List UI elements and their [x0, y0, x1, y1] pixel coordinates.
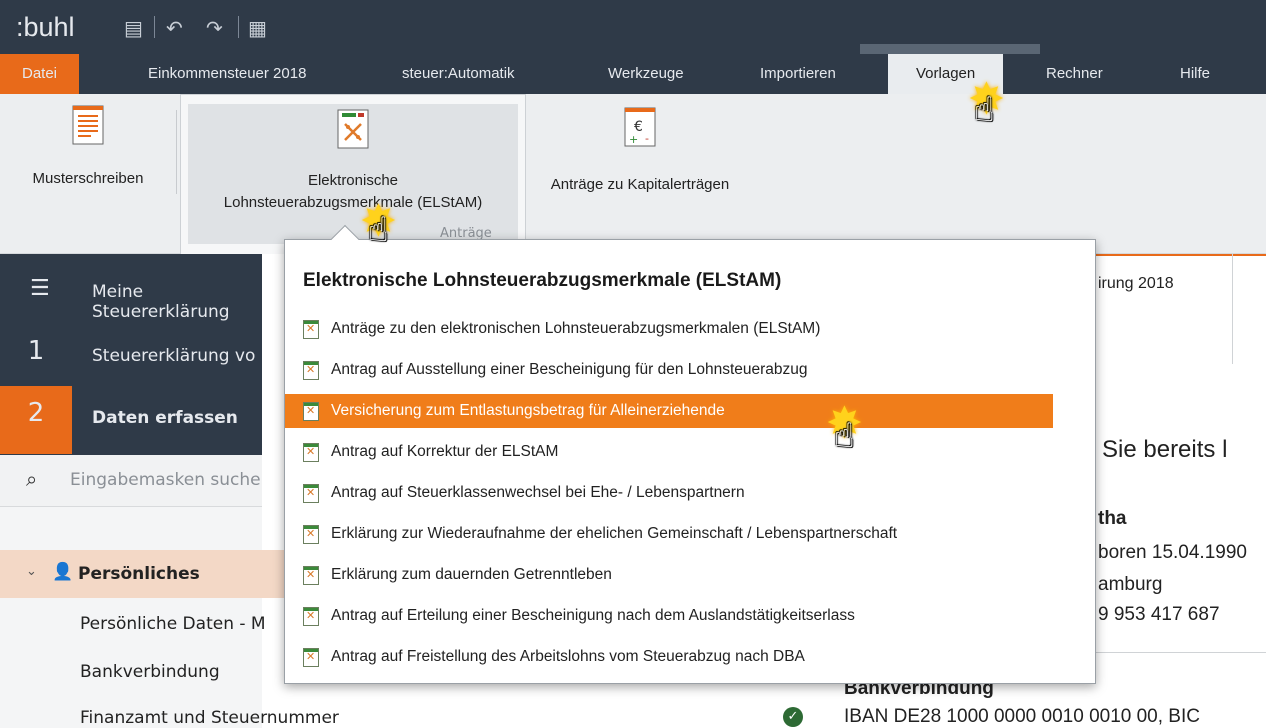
elstam-label-line1: Elektronische — [307, 172, 399, 189]
title-bar: :buhl ▤ ↶ ↷ ▦ — [0, 0, 1266, 54]
app-logo: :buhl — [16, 12, 75, 42]
menu-werkzeuge[interactable]: Werkzeuge — [608, 54, 684, 94]
elstam-dropdown-panel: Elektronische Lohnsteuerabzugsmerkmale (… — [284, 224, 1096, 684]
elstam-icon — [337, 109, 369, 149]
step-number: 2 — [27, 398, 45, 428]
popup-menu-item[interactable]: Erklärung zum dauernden Getrenntleben — [285, 558, 1053, 592]
kapitalertraege-button[interactable]: € + - Anträge zu Kapitalerträgen — [528, 106, 752, 193]
popup-menu-item-label: Antrag auf Steuerklassenwechsel bei Ehe-… — [331, 484, 745, 501]
toolbar-divider — [154, 16, 155, 38]
menu-einkommensteuer[interactable]: Einkommensteuer 2018 — [148, 54, 306, 94]
tree-item[interactable]: Finanzamt und Steuernummer — [0, 696, 790, 728]
step-number: 1 — [27, 336, 45, 366]
elstam-label-line2: Lohnsteuerabzugsmerkmale (ELStAM) — [223, 194, 483, 211]
elstam-document-icon — [303, 525, 319, 544]
save-icon[interactable]: ▤ — [124, 16, 143, 40]
musterschreiben-button[interactable]: Musterschreiben — [4, 104, 172, 187]
person-name: tha — [1098, 508, 1127, 529]
elstam-document-icon — [303, 566, 319, 585]
menu-steuer-automatik[interactable]: steuer:Automatik — [402, 54, 515, 94]
calculator-icon[interactable]: ▦ — [248, 16, 267, 40]
kapitalertraege-label: Anträge zu Kapitalerträgen — [550, 176, 730, 193]
popup-menu-item-label: Erklärung zur Wiederaufnahme der ehelich… — [331, 525, 898, 542]
popup-menu-item[interactable]: Antrag auf Freistellung des Arbeitslohns… — [285, 640, 1053, 674]
step-label: Daten erfassen — [92, 408, 238, 428]
menu-importieren[interactable]: Importieren — [760, 54, 836, 94]
page-heading: n Sie bereits l — [1082, 436, 1228, 463]
svg-text:-: - — [645, 132, 649, 145]
elstam-document-icon — [303, 648, 319, 667]
svg-text:+: + — [629, 133, 638, 146]
document-icon — [72, 105, 104, 145]
popup-menu-item-label: Antrag auf Freistellung des Arbeitslohns… — [331, 648, 805, 665]
popup-menu-item[interactable]: Antrag auf Erteilung einer Bescheinigung… — [285, 599, 1053, 633]
menu-hilfe[interactable]: Hilfe — [1180, 54, 1210, 94]
tab-label[interactable]: irung 2018 — [1098, 275, 1174, 293]
person-icon: 👤 — [52, 562, 74, 582]
popup-menu-item-label: Anträge zu den elektronischen Lohnsteuer… — [331, 320, 821, 337]
euro-document-icon: € + - — [624, 107, 656, 147]
popup-title: Elektronische Lohnsteuerabzugsmerkmale (… — [303, 270, 782, 291]
iban-value: IBAN DE28 1000 0000 0010 0010 00, BIC — [844, 706, 1200, 727]
popup-menu-item-label: Antrag auf Ausstellung einer Bescheinigu… — [331, 361, 808, 378]
undo-icon[interactable]: ↶ — [166, 16, 183, 40]
hand-cursor-icon: ☝ — [974, 90, 995, 130]
popup-menu-item-label: Antrag auf Korrektur der ELStAM — [331, 443, 559, 460]
sidebar-header-label: Meine Steuererklärung — [92, 282, 230, 322]
menu-datei[interactable]: Datei — [0, 54, 80, 94]
hand-cursor-icon: ☝ — [834, 416, 855, 456]
toolbar-divider — [238, 16, 239, 38]
popup-menu-item-label: Versicherung zum Entlastungsbetrag für A… — [331, 402, 725, 419]
search-bar[interactable]: ⌕ Eingabemasken suche — [0, 455, 262, 507]
popup-menu-item[interactable]: Antrag auf Korrektur der ELStAM — [285, 435, 1053, 469]
musterschreiben-label: Musterschreiben — [32, 170, 144, 187]
sidebar-step-1[interactable]: 1 Steuererklärung vo — [0, 330, 262, 382]
chevron-down-icon: ⌄ — [26, 564, 37, 579]
popup-menu-item[interactable]: Anträge zu den elektronischen Lohnsteuer… — [285, 312, 1053, 346]
person-birthdate: boren 15.04.1990 — [1098, 542, 1247, 563]
tree-item-label: Persönliche Daten - M — [80, 614, 266, 634]
panel-divider — [1232, 254, 1233, 364]
popup-menu-item-label: Erklärung zum dauernden Getrenntleben — [331, 566, 612, 583]
tree-item-label: Finanzamt und Steuernummer — [80, 708, 339, 728]
menu-rechner[interactable]: Rechner — [1046, 54, 1103, 94]
search-icon: ⌕ — [26, 467, 38, 491]
person-phone: 9 953 417 687 — [1098, 604, 1220, 625]
elstam-document-icon — [303, 402, 319, 421]
step-label: Steuererklärung vo — [92, 346, 256, 366]
popup-menu-item[interactable]: Versicherung zum Entlastungsbetrag für A… — [285, 394, 1053, 428]
ribbon-divider — [176, 110, 177, 194]
tree-section-label: Persönliches — [78, 564, 200, 584]
sidebar-step-2[interactable]: 2 Daten erfassen — [0, 392, 262, 444]
tree-item-label: Bankverbindung — [80, 662, 220, 682]
person-city: amburg — [1098, 574, 1163, 595]
elstam-button[interactable]: Elektronische Lohnsteuerabzugsmerkmale (… — [188, 108, 518, 214]
popup-menu-item[interactable]: Erklärung zur Wiederaufnahme der ehelich… — [285, 517, 1053, 551]
list-menu-icon: ☰ — [30, 276, 50, 301]
hand-cursor-icon: ☝ — [368, 210, 389, 250]
elstam-document-icon — [303, 320, 319, 339]
checkmark-icon: ✓ — [783, 707, 803, 727]
popup-menu-item[interactable]: Antrag auf Steuerklassenwechsel bei Ehe-… — [285, 476, 1053, 510]
elstam-document-icon — [303, 443, 319, 462]
elstam-document-icon — [303, 607, 319, 626]
menu-bar: Datei Einkommensteuer 2018 steuer:Automa… — [0, 54, 1266, 94]
popup-menu-item[interactable]: Antrag auf Ausstellung einer Bescheinigu… — [285, 353, 1053, 387]
redo-icon[interactable]: ↷ — [206, 16, 223, 40]
elstam-document-icon — [303, 361, 319, 380]
sidebar-header[interactable]: ☰ Meine Steuererklärung — [0, 268, 262, 322]
elstam-document-icon — [303, 484, 319, 503]
search-input[interactable]: Eingabemasken suche — [70, 470, 261, 490]
popup-menu-item-label: Antrag auf Erteilung einer Bescheinigung… — [331, 607, 855, 624]
